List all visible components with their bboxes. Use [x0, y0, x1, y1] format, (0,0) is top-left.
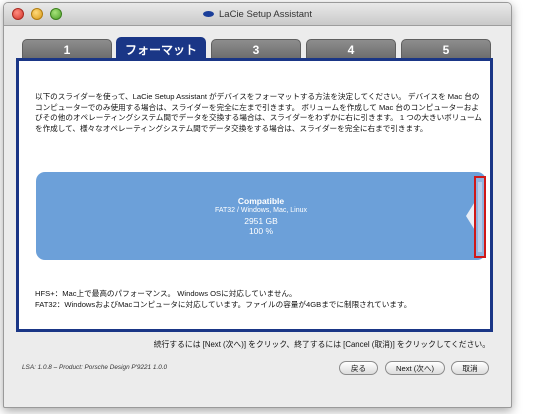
lacie-logo-icon [203, 11, 215, 17]
instruction-text: 続行するには [Next (次へ)] をクリック、終了するには [Cancel … [153, 340, 490, 349]
format-slider-handle[interactable] [474, 176, 486, 258]
partition-name: Compatible [237, 196, 285, 206]
slider-grip [478, 182, 482, 252]
tab-step-1[interactable]: 1 [22, 39, 112, 59]
version-label: LSA: 1.0.8 – Product: Porsche Design P'9… [22, 364, 168, 371]
tab-step-5[interactable]: 5 [401, 39, 491, 59]
window-title-text: LaCie Setup Assistant [219, 8, 312, 20]
window-title: LaCie Setup Assistant [4, 3, 511, 25]
filesystem-notes: HFS+：Mac上で最高のパフォーマンス。 Windows OSに対応していませ… [35, 288, 485, 310]
next-button[interactable]: Next (次へ) [385, 361, 445, 375]
partition-size: 2951 GB [244, 216, 278, 226]
partition-percent: 100 % [248, 226, 274, 236]
partition-info: Compatible FAT32 / Windows, Mac, Linux 2… [36, 172, 486, 260]
title-bar: LaCie Setup Assistant [4, 3, 511, 26]
partition-block: Compatible FAT32 / Windows, Mac, Linux 2… [36, 172, 486, 260]
tab-step-4[interactable]: 4 [306, 39, 396, 59]
tab-format[interactable]: フォーマット [116, 37, 206, 61]
tab-step-3[interactable]: 3 [211, 39, 301, 59]
fat32-note: FAT32：WindowsおよびMacコンピュータに対応しています。ファイルの容… [35, 300, 412, 309]
back-button[interactable]: 戻る [339, 361, 378, 375]
hfs-note: HFS+：Mac上で最高のパフォーマンス。 Windows OSに対応していませ… [35, 289, 297, 298]
format-description: 以下のスライダーを使って、LaCie Setup Assistant がデバイス… [35, 92, 482, 133]
cancel-button[interactable]: 取消 [451, 361, 489, 375]
partition-format: FAT32 / Windows, Mac, Linux [214, 207, 308, 214]
